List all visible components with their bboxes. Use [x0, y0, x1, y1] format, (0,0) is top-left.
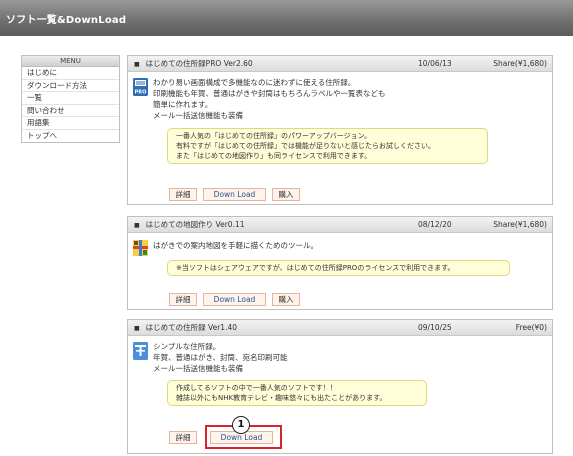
- sidebar-menu: MENU はじめに ダウンロード方法 一覧 問い合わせ 用語集 トップへ: [21, 55, 120, 143]
- pro-address-book-icon: PRO: [133, 78, 148, 96]
- svg-text:PRO: PRO: [135, 90, 147, 96]
- sidebar-item-contact[interactable]: 問い合わせ: [22, 105, 119, 117]
- page-header: ソフト一覧&DownLoad: [0, 0, 573, 36]
- card-price: Free(¥0): [515, 323, 547, 332]
- map-maker-icon: [133, 240, 148, 256]
- description-line: 簡単に作れます。: [153, 100, 213, 109]
- sidebar-item-list[interactable]: 一覧: [22, 92, 119, 105]
- card-header: ■ はじめての住所録 Ver1.40 09/10/25 Free(¥0): [128, 320, 552, 336]
- sidebar-item-intro[interactable]: はじめに: [22, 67, 119, 80]
- card-title: ■ はじめての地図作り Ver0.11: [134, 217, 245, 234]
- buy-button[interactable]: 購入: [272, 188, 300, 201]
- card-date: 10/06/13: [418, 59, 452, 68]
- address-book-icon: [133, 342, 148, 360]
- card-note: 一番人気の「はじめての住所録」のパワーアップバージョン。 有料ですが「はじめての…: [167, 128, 488, 164]
- menu-heading: MENU: [22, 56, 119, 67]
- sidebar-item-top[interactable]: トップへ: [22, 130, 119, 143]
- description-line: わかり易い画面構成で多機能なのに迷わずに使える住所録。: [153, 78, 356, 87]
- card-date: 09/10/25: [418, 323, 452, 332]
- card-header: ■ はじめての住所録PRO Ver2.60 10/06/13 Share(¥1,6…: [128, 56, 552, 72]
- download-button[interactable]: Down Load: [203, 188, 266, 201]
- card-description: わかり易い画面構成で多機能なのに迷わずに使える住所録。 印刷機能も年賀、普通はが…: [153, 77, 386, 121]
- download-button[interactable]: Down Load: [203, 293, 266, 306]
- card-title-text: はじめての地図作り Ver0.11: [145, 220, 245, 229]
- note-line: 有料ですが「はじめての住所録」では機能が足りないと感じたらお試しください。: [176, 142, 435, 150]
- card-header: ■ はじめての地図作り Ver0.11 08/12/20 Share(¥1,680…: [128, 217, 552, 233]
- description-line: 年賀、普通はがき、封筒、宛名印刷可能: [153, 353, 288, 362]
- note-line: 雑誌以外にもNHK教育テレビ・趣味悠々にも出たことがあります。: [176, 394, 387, 402]
- bullet-icon: ■: [134, 61, 140, 68]
- sidebar-item-download-method[interactable]: ダウンロード方法: [22, 80, 119, 92]
- card-title-text: はじめての住所録PRO Ver2.60: [145, 59, 253, 68]
- note-line: 作成してるソフトの中で一番人気のソフトです！！: [176, 384, 337, 392]
- note-line: ※当ソフトはシェアウェアですが、はじめての住所録PROのライセンスで利用できます…: [176, 264, 455, 272]
- card-date: 08/12/20: [418, 220, 452, 229]
- description-line: シンプルな住所録。: [153, 342, 221, 351]
- card-note: 作成してるソフトの中で一番人気のソフトです！！ 雑誌以外にもNHK教育テレビ・趣…: [167, 380, 427, 406]
- description-line: メール一括送信機能も装備: [153, 111, 243, 120]
- card-price: Share(¥1,680): [493, 220, 547, 229]
- bullet-icon: ■: [134, 222, 140, 229]
- software-card-map-maker: ■ はじめての地図作り Ver0.11 08/12/20 Share(¥1,680…: [127, 216, 553, 310]
- description-line: メール一括送信機能も装備: [153, 364, 243, 373]
- detail-button[interactable]: 詳細: [169, 188, 197, 201]
- card-description: シンプルな住所録。 年賀、普通はがき、封筒、宛名印刷可能 メール一括送信機能も装…: [153, 341, 287, 374]
- sidebar-item-glossary[interactable]: 用語集: [22, 117, 119, 130]
- note-line: また「はじめての地図作り」も同ライセンスで利用できます。: [176, 152, 372, 160]
- software-card-address-pro: ■ はじめての住所録PRO Ver2.60 10/06/13 Share(¥1,6…: [127, 55, 553, 205]
- card-title: ■ はじめての住所録 Ver1.40: [134, 320, 237, 337]
- callout-marker: 1: [232, 416, 250, 434]
- description-line: 印刷機能も年賀、普通はがきや封筒はもちろんラベルや一覧表なども: [153, 89, 386, 98]
- card-price: Share(¥1,680): [493, 59, 547, 68]
- detail-button[interactable]: 詳細: [169, 293, 197, 306]
- description-line: はがきでの案内地図を手軽に描くためのツール。: [153, 241, 318, 250]
- bullet-icon: ■: [134, 325, 140, 332]
- page-title: ソフト一覧&DownLoad: [6, 15, 127, 26]
- buy-button[interactable]: 購入: [272, 293, 300, 306]
- software-card-address-free: ■ はじめての住所録 Ver1.40 09/10/25 Free(¥0) シンプル…: [127, 319, 553, 454]
- card-title-text: はじめての住所録 Ver1.40: [145, 323, 238, 332]
- card-title: ■ はじめての住所録PRO Ver2.60: [134, 56, 253, 73]
- note-line: 一番人気の「はじめての住所録」のパワーアップバージョン。: [176, 132, 372, 140]
- detail-button[interactable]: 詳細: [169, 431, 197, 444]
- card-note: ※当ソフトはシェアウェアですが、はじめての住所録PROのライセンスで利用できます…: [167, 260, 510, 276]
- card-description: はがきでの案内地図を手軽に描くためのツール。: [153, 240, 318, 251]
